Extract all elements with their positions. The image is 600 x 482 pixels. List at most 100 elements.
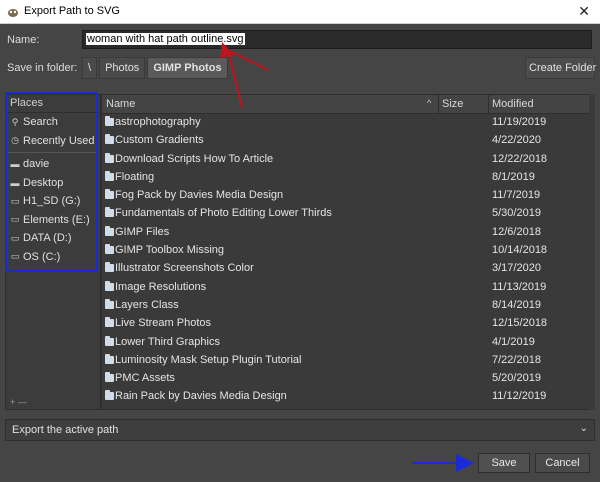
gimp-icon (8, 9, 18, 17)
list-item[interactable]: GIMP Files 12/6/2018 (102, 224, 594, 242)
file-modified: 10/14/2018 (492, 244, 548, 257)
place-search[interactable]: ⚲ Search (6, 113, 100, 132)
list-item[interactable]: Image Resolutions 11/13/2019 (102, 279, 594, 297)
file-modified: 5/30/2019 (492, 207, 541, 220)
list-item[interactable]: Lower Third Graphics 4/1/2019 (102, 334, 594, 352)
place-label: Search (23, 116, 58, 129)
file-modified: 5/20/2019 (492, 372, 541, 385)
file-name: Rain Pack by Davies Media Design (115, 390, 287, 403)
file-list: Name ^ Size Modified astrophotography 11/… (101, 94, 595, 410)
place-label: Elements (E:) (23, 213, 90, 226)
folder-icon (105, 189, 114, 200)
file-modified: 8/1/2019 (492, 170, 535, 183)
place-label: davie (23, 158, 50, 171)
list-item[interactable]: Luminosity Mask Setup Plugin Tutorial 7/2… (102, 352, 594, 370)
file-name: Live Stream Photos (115, 317, 211, 330)
folder-icon (105, 207, 114, 218)
file-modified: 8/14/2019 (492, 298, 541, 311)
export-mode-select[interactable]: Export the active path ⌄ (5, 419, 595, 441)
file-name: Image Resolutions (115, 280, 207, 293)
column-name[interactable]: Name (106, 98, 135, 110)
save-button[interactable]: Save (478, 453, 530, 473)
file-modified: 4/22/2020 (492, 134, 541, 147)
column-divider (438, 95, 439, 114)
crumb-gimp-photos[interactable]: GIMP Photos (147, 57, 228, 79)
crumb-root[interactable]: \ (82, 57, 98, 79)
column-divider (488, 95, 489, 114)
places-sidebar: Places ⚲ Search ◷ Recently Used ▬ davie … (5, 94, 101, 410)
folder-icon (105, 262, 114, 273)
list-item[interactable]: Rain Pack by Davies Media Design 11/12/20… (102, 388, 594, 406)
file-modified: 12/6/2018 (492, 225, 541, 238)
place-data[interactable]: ▭ DATA (D:) (6, 229, 100, 248)
drive-icon: ▭ (10, 214, 20, 225)
folder-icon (105, 244, 114, 255)
file-name: Luminosity Mask Setup Plugin Tutorial (115, 353, 302, 366)
place-elements[interactable]: ▭ Elements (E:) (6, 211, 100, 230)
file-name: Fog Pack by Davies Media Design (115, 189, 284, 202)
list-item[interactable]: GIMP Toolbox Missing 10/14/2018 (102, 242, 594, 260)
clock-icon: ◷ (11, 135, 19, 146)
place-desktop[interactable]: ▬ Desktop (6, 174, 100, 193)
places-header: Places (6, 95, 100, 113)
file-name: Fundamentals of Photo Editing Lower Thir… (115, 207, 332, 220)
filename-input[interactable]: woman with hat path outline.svg (82, 30, 592, 49)
folder-icon (105, 317, 114, 328)
file-list-scrollbar[interactable] (589, 94, 595, 410)
create-folder-button[interactable]: Create Folder (525, 57, 596, 79)
list-item[interactable]: astrophotography 11/19/2019 (102, 114, 594, 132)
chevron-down-icon: ⌄ (579, 423, 588, 434)
place-label: OS (C:) (23, 250, 61, 263)
list-item[interactable]: Fog Pack by Davies Media Design 11/7/2019 (102, 187, 594, 205)
folder-icon (105, 298, 114, 309)
folder-icon (105, 335, 114, 346)
title-bar: Export Path to SVG ✕ (0, 0, 600, 24)
list-item[interactable]: Illustrator Screenshots Color 3/17/2020 (102, 260, 594, 278)
column-modified[interactable]: Modified (492, 98, 534, 110)
file-modified: 3/17/2020 (492, 262, 541, 275)
list-item[interactable]: Live Stream Photos 12/15/2018 (102, 315, 594, 333)
file-modified: 11/7/2019 (492, 189, 541, 202)
folder-icon (105, 225, 114, 236)
folder-icon (105, 116, 114, 126)
crumb-photos[interactable]: Photos (99, 57, 146, 79)
drive-icon: ▭ (10, 195, 20, 206)
list-item[interactable]: Fundamentals of Photo Editing Lower Thir… (102, 205, 594, 223)
list-item[interactable]: Layers Class 8/14/2019 (102, 297, 594, 315)
home-folder-icon: ▬ (10, 159, 20, 170)
folder-icon (105, 134, 114, 145)
place-label: DATA (D:) (23, 232, 72, 245)
file-name: Download Scripts How To Article (115, 152, 274, 165)
list-item[interactable]: Custom Gradients 4/22/2020 (102, 132, 594, 150)
path-breadcrumb: \ Photos GIMP Photos (82, 57, 230, 79)
drive-icon: ▭ (10, 251, 20, 262)
folder-icon (105, 353, 114, 364)
folder-icon (105, 372, 114, 383)
column-size[interactable]: Size (442, 98, 463, 110)
cancel-button[interactable]: Cancel (535, 453, 590, 473)
filename-value: woman with hat path outline.svg (86, 33, 245, 45)
file-modified: 12/15/2018 (492, 317, 548, 330)
file-name: Lower Third Graphics (115, 335, 220, 348)
export-mode-value: Export the active path (12, 424, 119, 436)
places-divider (8, 152, 98, 153)
list-item[interactable]: Floating 8/1/2019 (102, 169, 594, 187)
file-name: GIMP Files (115, 225, 170, 238)
sort-ascending-icon[interactable]: ^ (427, 98, 431, 108)
file-modified: 12/22/2018 (492, 152, 548, 165)
place-davie[interactable]: ▬ davie (6, 155, 100, 174)
file-name: Floating (115, 170, 155, 183)
list-item[interactable]: Download Scripts How To Article 12/22/201… (102, 151, 594, 169)
file-name: astrophotography (115, 116, 201, 128)
place-recently-used[interactable]: ◷ Recently Used (6, 132, 100, 151)
place-label: H1_SD (G:) (23, 195, 81, 208)
folder-icon (105, 170, 114, 181)
file-name: Custom Gradients (115, 134, 204, 147)
place-h1-sd[interactable]: ▭ H1_SD (G:) (6, 192, 100, 211)
places-add-remove-buttons[interactable]: + — (10, 397, 27, 407)
close-icon[interactable]: ✕ (578, 3, 590, 20)
list-item[interactable]: PMC Assets 5/20/2019 (102, 370, 594, 388)
search-icon: ⚲ (11, 116, 19, 127)
file-modified: 11/12/2019 (492, 390, 547, 403)
place-os[interactable]: ▭ OS (C:) (6, 248, 100, 267)
